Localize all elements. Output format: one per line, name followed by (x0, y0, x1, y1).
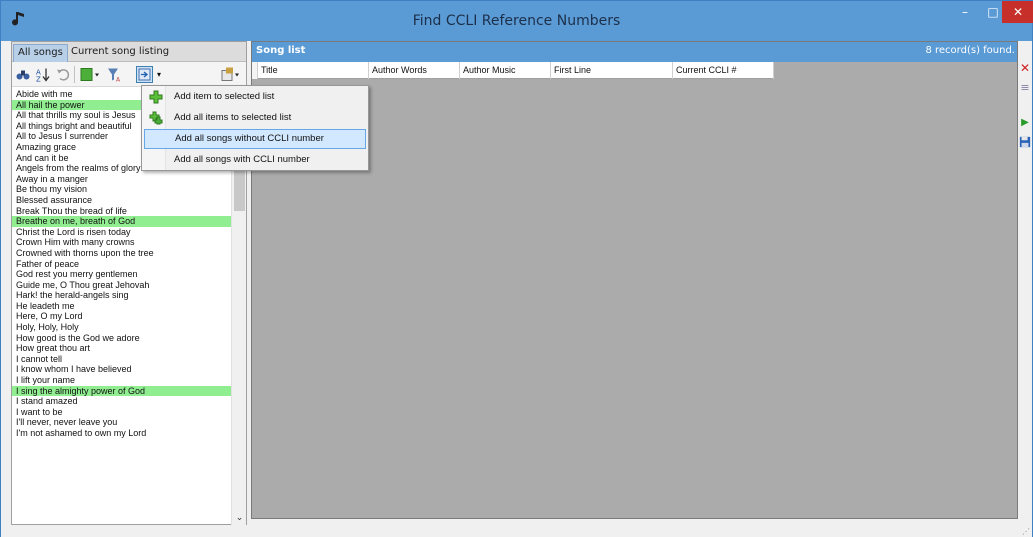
song-list-item[interactable]: How good is the God we adore (12, 333, 231, 344)
clear-list-icon[interactable]: ≡ (1018, 81, 1032, 95)
song-list-item[interactable]: I cannot tell (12, 354, 231, 365)
song-list-item[interactable]: Breathe on me, breath of God (12, 216, 231, 227)
svg-text:Z: Z (36, 76, 41, 84)
svg-text:A: A (116, 77, 121, 84)
menu-item-label: Add item to selected list (174, 91, 275, 102)
song-list-item[interactable]: I sing the almighty power of God (12, 385, 231, 397)
green-plus-multiple-icon (149, 111, 163, 125)
song-list-item[interactable]: Blessed assurance (12, 195, 231, 206)
minimize-button[interactable]: – (951, 1, 979, 23)
menu-item-add-item-to-selected-list[interactable]: Add item to selected list (144, 87, 366, 107)
song-list-item[interactable]: God rest you merry gentlemen (12, 269, 231, 280)
song-list-item[interactable]: I'll never, never leave you (12, 417, 231, 428)
song-list-item[interactable]: Christ the Lord is risen today (12, 227, 231, 238)
sort-az-icon[interactable]: A Z (35, 66, 51, 83)
menu-item-label: Add all items to selected list (174, 112, 292, 123)
window-title: Find CCLI Reference Numbers (412, 13, 621, 29)
song-list-item[interactable]: Father of peace (12, 259, 231, 270)
menu-item-label: Add all songs without CCLI number (175, 133, 324, 144)
column-first-line[interactable]: First Line (551, 62, 673, 79)
grid-header: Title Author Words Author Music First Li… (252, 62, 774, 79)
import-list-icon (138, 68, 151, 81)
toolbar-separator (74, 66, 75, 83)
status-bar: ⋰ (1, 525, 1032, 537)
song-list-item[interactable]: Holy, Holy, Holy (12, 322, 231, 333)
scroll-down-icon[interactable]: ⌄ (232, 511, 247, 525)
filter-icon[interactable]: A (106, 66, 124, 83)
close-button[interactable]: ✕ (1002, 1, 1033, 23)
song-list-item[interactable]: Guide me, O Thou great Jehovah (12, 280, 231, 291)
chevron-down-icon[interactable]: ▾ (155, 66, 163, 83)
options-icon[interactable] (220, 66, 242, 83)
tab-current-song-listing[interactable]: Current song listing (67, 44, 173, 62)
song-list-item[interactable]: I lift your name (12, 375, 231, 386)
tab-all-songs[interactable]: All songs (13, 44, 68, 62)
column-current-ccli[interactable]: Current CCLI # (673, 62, 774, 79)
play-icon[interactable]: ▶ (1018, 116, 1032, 130)
song-list-item[interactable]: Break Thou the bread of life (12, 206, 231, 217)
song-list-item[interactable]: How great thou art (12, 343, 231, 354)
delete-icon[interactable]: ✕ (1018, 61, 1032, 75)
song-list-item[interactable]: I stand amazed (12, 396, 231, 407)
add-items-dropdown-button[interactable] (136, 66, 153, 83)
green-plus-icon (149, 90, 163, 104)
binoculars-icon[interactable] (15, 66, 31, 83)
song-list-header: Song list 8 record(s) found. (252, 42, 1017, 62)
column-author-music[interactable]: Author Music (460, 62, 551, 79)
undo-icon[interactable] (56, 66, 70, 83)
menu-item-add-all-items-to-selected-list[interactable]: Add all items to selected list (144, 108, 366, 128)
song-list-item[interactable]: Crowned with thorns upon the tree (12, 248, 231, 259)
song-list-item[interactable]: Hark! the herald-angels sing (12, 290, 231, 301)
menu-item-add-all-songs-without-ccli[interactable]: Add all songs without CCLI number (144, 129, 366, 149)
song-list-item[interactable]: Be thou my vision (12, 184, 231, 195)
song-list-item[interactable]: Here, O my Lord (12, 311, 231, 322)
column-title[interactable]: Title (258, 62, 369, 79)
app-window: Find CCLI Reference Numbers – □ ✕ All so… (0, 0, 1033, 537)
menu-item-add-all-songs-with-ccli[interactable]: Add all songs with CCLI number (144, 150, 366, 170)
left-toolbar: A Z A ▾ (12, 62, 246, 87)
song-list-title: Song list (256, 45, 306, 56)
title-bar[interactable]: Find CCLI Reference Numbers – □ ✕ (1, 1, 1033, 41)
menu-item-label: Add all songs with CCLI number (174, 154, 310, 165)
green-box-dropdown-icon[interactable] (80, 66, 102, 83)
resize-grip-icon[interactable]: ⋰ (1022, 527, 1030, 536)
song-list-item[interactable]: I know whom I have believed (12, 364, 231, 375)
song-list-item[interactable]: I want to be (12, 407, 231, 418)
song-list-item[interactable]: Crown Him with many crowns (12, 237, 231, 248)
record-count: 8 record(s) found. (925, 45, 1015, 56)
side-toolbar: ✕ ≡ ▶ (1018, 61, 1033, 161)
save-icon[interactable] (1018, 136, 1032, 150)
song-list-item[interactable]: I'm not ashamed to own my Lord (12, 428, 231, 439)
tab-strip: All songs Current song listing (12, 42, 246, 62)
song-list-item[interactable]: He leadeth me (12, 301, 231, 312)
add-items-menu: Add item to selected list Add all items … (141, 85, 369, 171)
column-author-words[interactable]: Author Words (369, 62, 460, 79)
song-list-item[interactable]: Away in a manger (12, 174, 231, 185)
